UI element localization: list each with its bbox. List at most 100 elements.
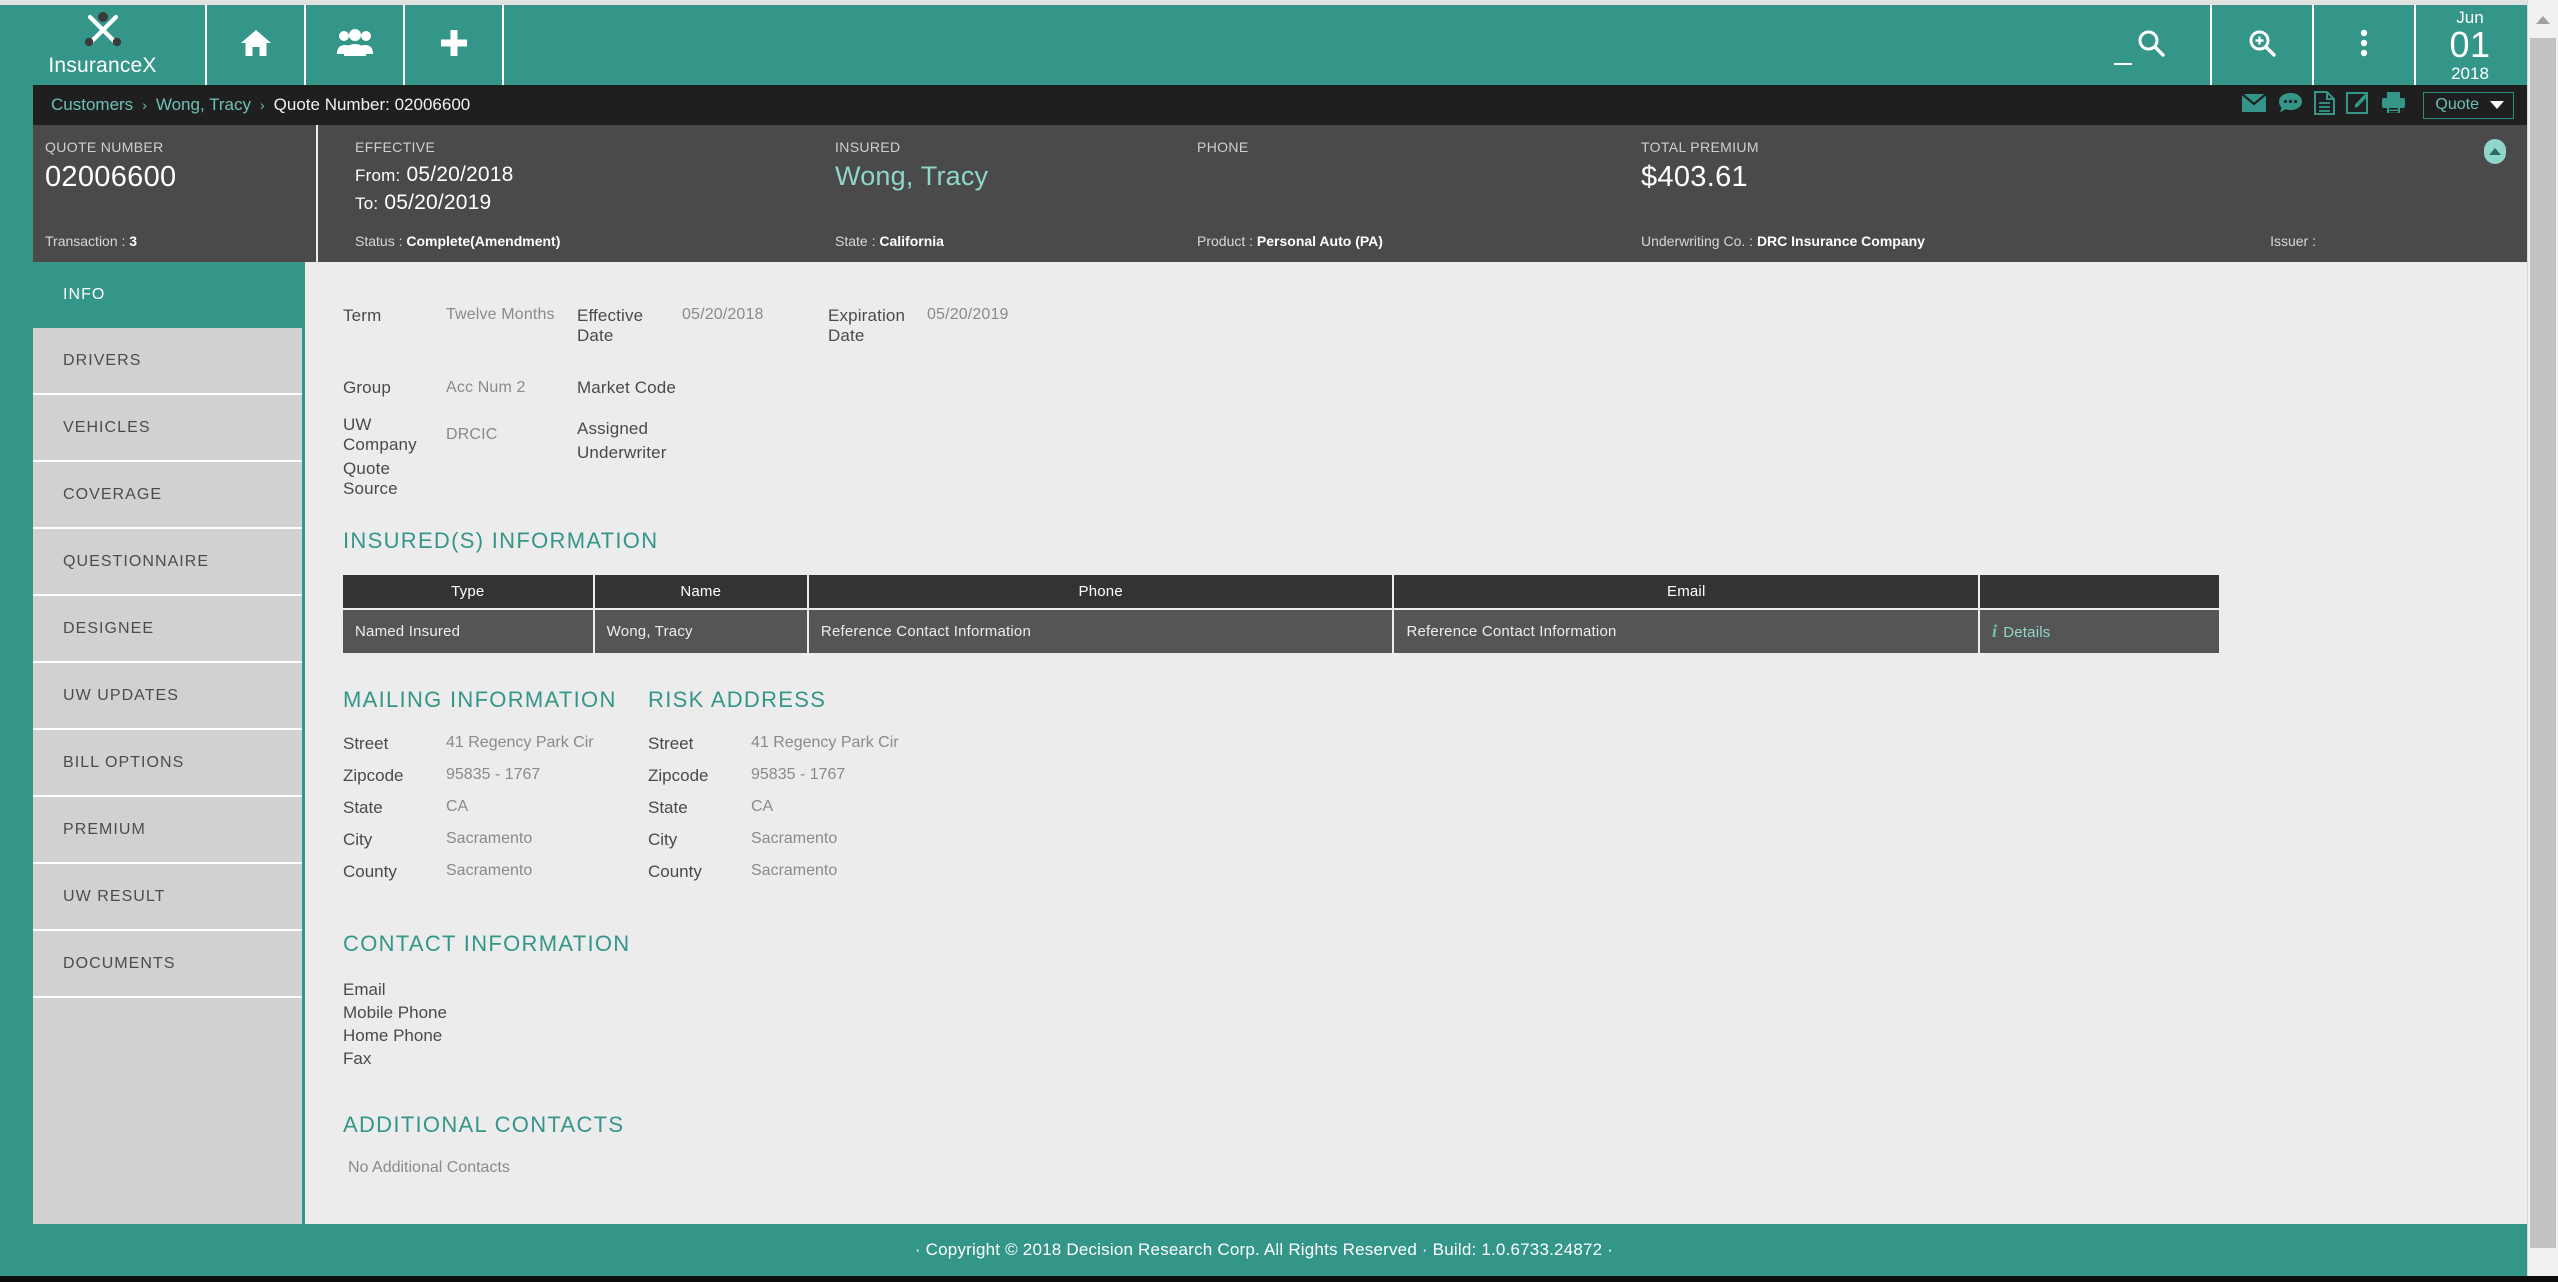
group-value: Acc Num 2 xyxy=(446,379,526,396)
detail-values-column: Acc Num 2 DRCIC xyxy=(446,376,577,491)
comments-button[interactable] xyxy=(2278,92,2303,119)
risk-street-value: 41 Regency Park Cir xyxy=(751,734,899,751)
mailing-street-row: Street 41 Regency Park Cir xyxy=(343,734,648,766)
breadcrumb-separator: › xyxy=(259,97,265,113)
summary-insured-label: INSURED xyxy=(835,139,901,155)
mailing-state-label: State xyxy=(343,798,383,817)
scrollbar-thumb[interactable] xyxy=(2530,38,2556,1248)
contact-fax-label: Fax xyxy=(343,1049,372,1068)
summary-insured-value[interactable]: Wong, Tracy xyxy=(835,161,1188,192)
breadcrumb-bar: Customers › Wong, Tracy › Quote Number: … xyxy=(0,85,2528,125)
sidebar-item-label: PREMIUM xyxy=(63,820,146,838)
breadcrumb-current-quote: Quote Number: 02006600 xyxy=(273,95,471,114)
sidebar-item-uw-result[interactable]: UW RESULT xyxy=(33,864,302,931)
print-button[interactable] xyxy=(2381,91,2406,119)
summary-effective-label: EFFECTIVE xyxy=(355,139,436,155)
sidebar-item-bill-options[interactable]: BILL OPTIONS xyxy=(33,730,302,797)
sidebar-item-label: QUESTIONNAIRE xyxy=(63,552,210,570)
email-button[interactable] xyxy=(2241,92,2268,118)
cell-phone: Reference Contact Information xyxy=(808,608,1393,653)
address-blocks: MAILING INFORMATION Street 41 Regency Pa… xyxy=(343,687,2528,894)
copyright-text: · Copyright © 2018 Decision Research Cor… xyxy=(914,1240,1614,1259)
contact-section-title: CONTACT INFORMATION xyxy=(343,931,631,956)
collapse-summary-button[interactable] xyxy=(2484,139,2506,164)
breadcrumb-item-customer-name[interactable]: Wong, Tracy xyxy=(156,95,251,115)
contact-email-label: Email xyxy=(343,980,386,999)
brand-logo-block[interactable]: InsuranceX xyxy=(0,5,207,85)
mailing-street-value: 41 Regency Park Cir xyxy=(446,734,594,751)
contact-mobile-phone-label: Mobile Phone xyxy=(343,1003,447,1022)
nav-item-customers[interactable] xyxy=(306,5,405,85)
mailing-county-row: County Sacramento xyxy=(343,862,648,894)
top-navigation-bar: InsuranceX Jun 01 2018 xyxy=(0,5,2528,85)
summary-quote-number: QUOTE NUMBER 02006600 Transaction : 3 xyxy=(33,125,318,262)
effective-to-value: 05/20/2019 xyxy=(384,191,492,215)
contact-fields-list: Email Mobile Phone Home Phone Fax xyxy=(343,978,2528,1070)
sidebar-item-designee[interactable]: DESIGNEE xyxy=(33,596,302,663)
sidebar-item-label: VEHICLES xyxy=(63,418,151,436)
table-row: Named Insured Wong, Tracy Reference Cont… xyxy=(343,608,2219,653)
transaction-value: 3 xyxy=(129,233,138,249)
sidebar-item-vehicles[interactable]: VEHICLES xyxy=(33,395,302,462)
global-search-button[interactable] xyxy=(2092,5,2210,85)
sidebar-item-premium[interactable]: PREMIUM xyxy=(33,797,302,864)
scroll-up-button[interactable] xyxy=(2528,5,2558,35)
sidebar-item-documents[interactable]: DOCUMENTS xyxy=(33,931,302,998)
sidebar-item-drivers[interactable]: DRIVERS xyxy=(33,328,302,395)
sidebar-item-label: DRIVERS xyxy=(63,351,142,369)
status-value: Complete(Amendment) xyxy=(406,233,561,249)
document-button[interactable] xyxy=(2314,90,2336,120)
status-label: Status : xyxy=(355,233,403,249)
app-window: InsuranceX Jun 01 2018 Customers › Wong,… xyxy=(0,0,2558,1282)
cell-name: Wong, Tracy xyxy=(594,608,807,653)
details-link[interactable]: i Details xyxy=(1992,621,2050,641)
nav-item-home[interactable] xyxy=(207,5,306,85)
sidebar-item-label: UW RESULT xyxy=(63,887,166,905)
sidebar-item-label: COVERAGE xyxy=(63,485,163,503)
users-icon xyxy=(336,28,373,62)
quote-dropdown[interactable]: Quote xyxy=(2423,91,2514,119)
sidebar-item-questionnaire[interactable]: QUESTIONNAIRE xyxy=(33,529,302,596)
risk-address-block: RISK ADDRESS Street 41 Regency Park Cir … xyxy=(648,687,953,894)
summary-effective: EFFECTIVE From: 05/20/2018 To: 05/20/201… xyxy=(318,125,808,262)
contact-home-phone-label: Home Phone xyxy=(343,1026,443,1045)
term-row: Term Twelve Months Effective Date 05/20/… xyxy=(343,306,2528,346)
date-day: 01 xyxy=(2449,23,2491,65)
assigned-underwriter-label-line2: Underwriter xyxy=(577,443,667,462)
risk-state-row: State CA xyxy=(648,798,953,830)
edit-button[interactable] xyxy=(2346,91,2370,120)
browser-scrollbar[interactable] xyxy=(2527,0,2558,1282)
zoom-in-button[interactable] xyxy=(2210,5,2312,85)
brand-name-label: InsuranceX xyxy=(48,53,157,77)
insureds-table: Type Name Phone Email Named Insured Wong… xyxy=(341,575,2221,653)
kebab-menu-icon xyxy=(2360,29,2368,62)
more-options-button[interactable] xyxy=(2312,5,2414,85)
summary-accent xyxy=(0,125,33,262)
sidebar-item-label: BILL OPTIONS xyxy=(63,753,185,771)
detail-labels-column: Group UW Company Quote Source xyxy=(343,376,446,498)
summary-phone-label: PHONE xyxy=(1197,139,1249,155)
mailing-county-label: County xyxy=(343,862,397,881)
table-header-row: Type Name Phone Email xyxy=(343,575,2219,608)
risk-zipcode-value: 95835 - 1767 xyxy=(751,766,846,783)
mailing-city-value: Sacramento xyxy=(446,830,533,847)
summary-insured: INSURED Wong, Tracy State : California xyxy=(808,125,1188,262)
browser-chrome-bottom xyxy=(0,1276,2558,1282)
sidebar-item-info[interactable]: INFO xyxy=(33,262,302,328)
summary-status: Status : Complete(Amendment) xyxy=(355,233,560,249)
risk-street-row: Street 41 Regency Park Cir xyxy=(648,734,953,766)
sidebar-item-coverage[interactable]: COVERAGE xyxy=(33,462,302,529)
breadcrumb-item-customers[interactable]: Customers xyxy=(51,95,133,115)
risk-county-label: County xyxy=(648,862,702,881)
zoom-in-icon xyxy=(2247,28,2277,63)
cell-details[interactable]: i Details xyxy=(1980,608,2219,653)
mailing-city-label: City xyxy=(343,830,373,849)
effective-to-label: To: xyxy=(355,194,379,214)
minimize-icon[interactable] xyxy=(2114,63,2132,65)
current-date-display: Jun 01 2018 xyxy=(2414,5,2528,85)
sidebar-item-label: UW UPDATES xyxy=(63,686,179,704)
risk-city-value: Sacramento xyxy=(751,830,838,847)
sidebar-item-uw-updates[interactable]: UW UPDATES xyxy=(33,663,302,730)
column-header-phone: Phone xyxy=(808,575,1393,608)
nav-item-add[interactable] xyxy=(405,5,504,85)
